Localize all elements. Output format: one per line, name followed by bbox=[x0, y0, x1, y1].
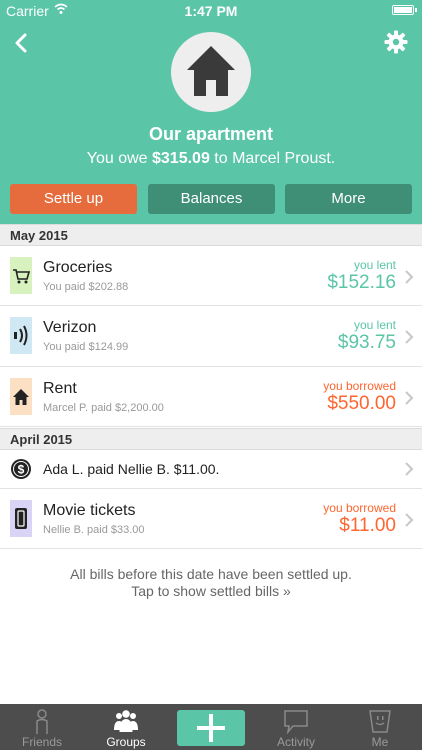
tab-friends[interactable]: Friends bbox=[0, 704, 84, 750]
expense-amount: $93.75 bbox=[337, 332, 396, 353]
expense-amount: $152.16 bbox=[327, 272, 396, 293]
chevron-right-icon bbox=[405, 391, 414, 405]
battery-icon bbox=[392, 5, 417, 15]
signal-icon bbox=[10, 317, 32, 354]
tab-activity[interactable]: Activity bbox=[254, 704, 338, 750]
speech-bubble-icon bbox=[284, 710, 308, 734]
expense-row-groceries[interactable]: Groceries You paid $202.88 you lent $152… bbox=[0, 246, 422, 306]
expense-subtitle: Nellie B. paid $33.00 bbox=[43, 524, 145, 536]
group-header: Carrier 1:47 PM Our apartment You owe $3… bbox=[0, 0, 422, 224]
add-expense-button[interactable] bbox=[177, 710, 245, 746]
ticket-icon bbox=[10, 500, 32, 537]
tab-label: Me bbox=[371, 735, 389, 749]
payment-row[interactable]: $ Ada L. paid Nellie B. $11.00. bbox=[0, 450, 422, 489]
expense-subtitle: You paid $202.88 bbox=[43, 281, 129, 293]
settled-note-line: All bills before this date have been set… bbox=[70, 566, 352, 582]
gear-icon[interactable] bbox=[384, 30, 408, 54]
chevron-right-icon bbox=[405, 330, 414, 344]
svg-text:$: $ bbox=[18, 463, 25, 477]
expense-title: Rent bbox=[43, 380, 77, 397]
expense-title: Verizon bbox=[43, 319, 97, 336]
profile-icon bbox=[369, 710, 391, 733]
tab-label: Activity bbox=[276, 735, 315, 749]
payment-title: Ada L. paid Nellie B. $11.00. bbox=[43, 461, 220, 477]
expense-status-label: you borrowed bbox=[323, 379, 396, 393]
section-header-may-2015: May 2015 bbox=[0, 224, 422, 246]
back-chevron-icon[interactable] bbox=[8, 28, 34, 58]
expense-subtitle: Marcel P. paid $2,200.00 bbox=[43, 402, 164, 414]
group-avatar bbox=[171, 32, 251, 112]
person-icon bbox=[36, 709, 48, 734]
chevron-right-icon bbox=[405, 270, 414, 284]
tab-groups[interactable]: Groups bbox=[84, 704, 168, 750]
expense-row-movie-tickets[interactable]: Movie tickets Nellie B. paid $33.00 you … bbox=[0, 489, 422, 549]
section-header-april-2015: April 2015 bbox=[0, 428, 422, 450]
expense-subtitle: You paid $124.99 bbox=[43, 341, 129, 353]
expense-row-verizon[interactable]: Verizon You paid $124.99 you lent $93.75 bbox=[0, 306, 422, 367]
tab-label: Friends bbox=[21, 735, 62, 749]
tab-me[interactable]: Me bbox=[338, 704, 422, 750]
house-icon bbox=[187, 46, 235, 96]
expense-row-rent[interactable]: Rent Marcel P. paid $2,200.00 you borrow… bbox=[0, 367, 422, 427]
expense-status-label: you borrowed bbox=[323, 501, 396, 515]
owe-prefix: You owe bbox=[86, 150, 148, 167]
expense-amount: $550.00 bbox=[327, 393, 396, 414]
expense-status-label: you lent bbox=[353, 318, 396, 332]
settle-up-button[interactable]: Settle up bbox=[10, 184, 137, 214]
tab-label: Groups bbox=[106, 735, 146, 749]
expense-amount: $11.00 bbox=[339, 515, 396, 536]
owe-suffix: to Marcel Proust. bbox=[214, 150, 336, 167]
owe-amount: $315.09 bbox=[152, 150, 210, 167]
more-button[interactable]: More bbox=[285, 184, 412, 214]
owe-summary: You owe $315.09 to Marcel Proust. bbox=[0, 150, 422, 168]
status-bar: Carrier 1:47 PM bbox=[0, 0, 422, 22]
tab-bar: Friends Groups Activity Me bbox=[0, 704, 422, 750]
status-time: 1:47 PM bbox=[184, 3, 238, 19]
expense-title: Movie tickets bbox=[43, 502, 136, 519]
expense-title: Groceries bbox=[43, 259, 113, 276]
cart-icon bbox=[10, 257, 32, 294]
chevron-right-icon bbox=[405, 513, 414, 527]
plus-icon bbox=[197, 714, 225, 742]
show-settled-bills-link[interactable]: Tap to show settled bills » bbox=[0, 583, 422, 600]
settled-bills-note[interactable]: All bills before this date have been set… bbox=[0, 566, 422, 600]
balances-button[interactable]: Balances bbox=[148, 184, 275, 214]
house-icon bbox=[10, 378, 32, 415]
dollar-icon: $ bbox=[11, 459, 31, 479]
expense-status-label: you lent bbox=[353, 258, 396, 272]
chevron-right-icon bbox=[405, 462, 414, 476]
group-title: Our apartment bbox=[148, 124, 274, 144]
group-icon bbox=[114, 710, 138, 732]
